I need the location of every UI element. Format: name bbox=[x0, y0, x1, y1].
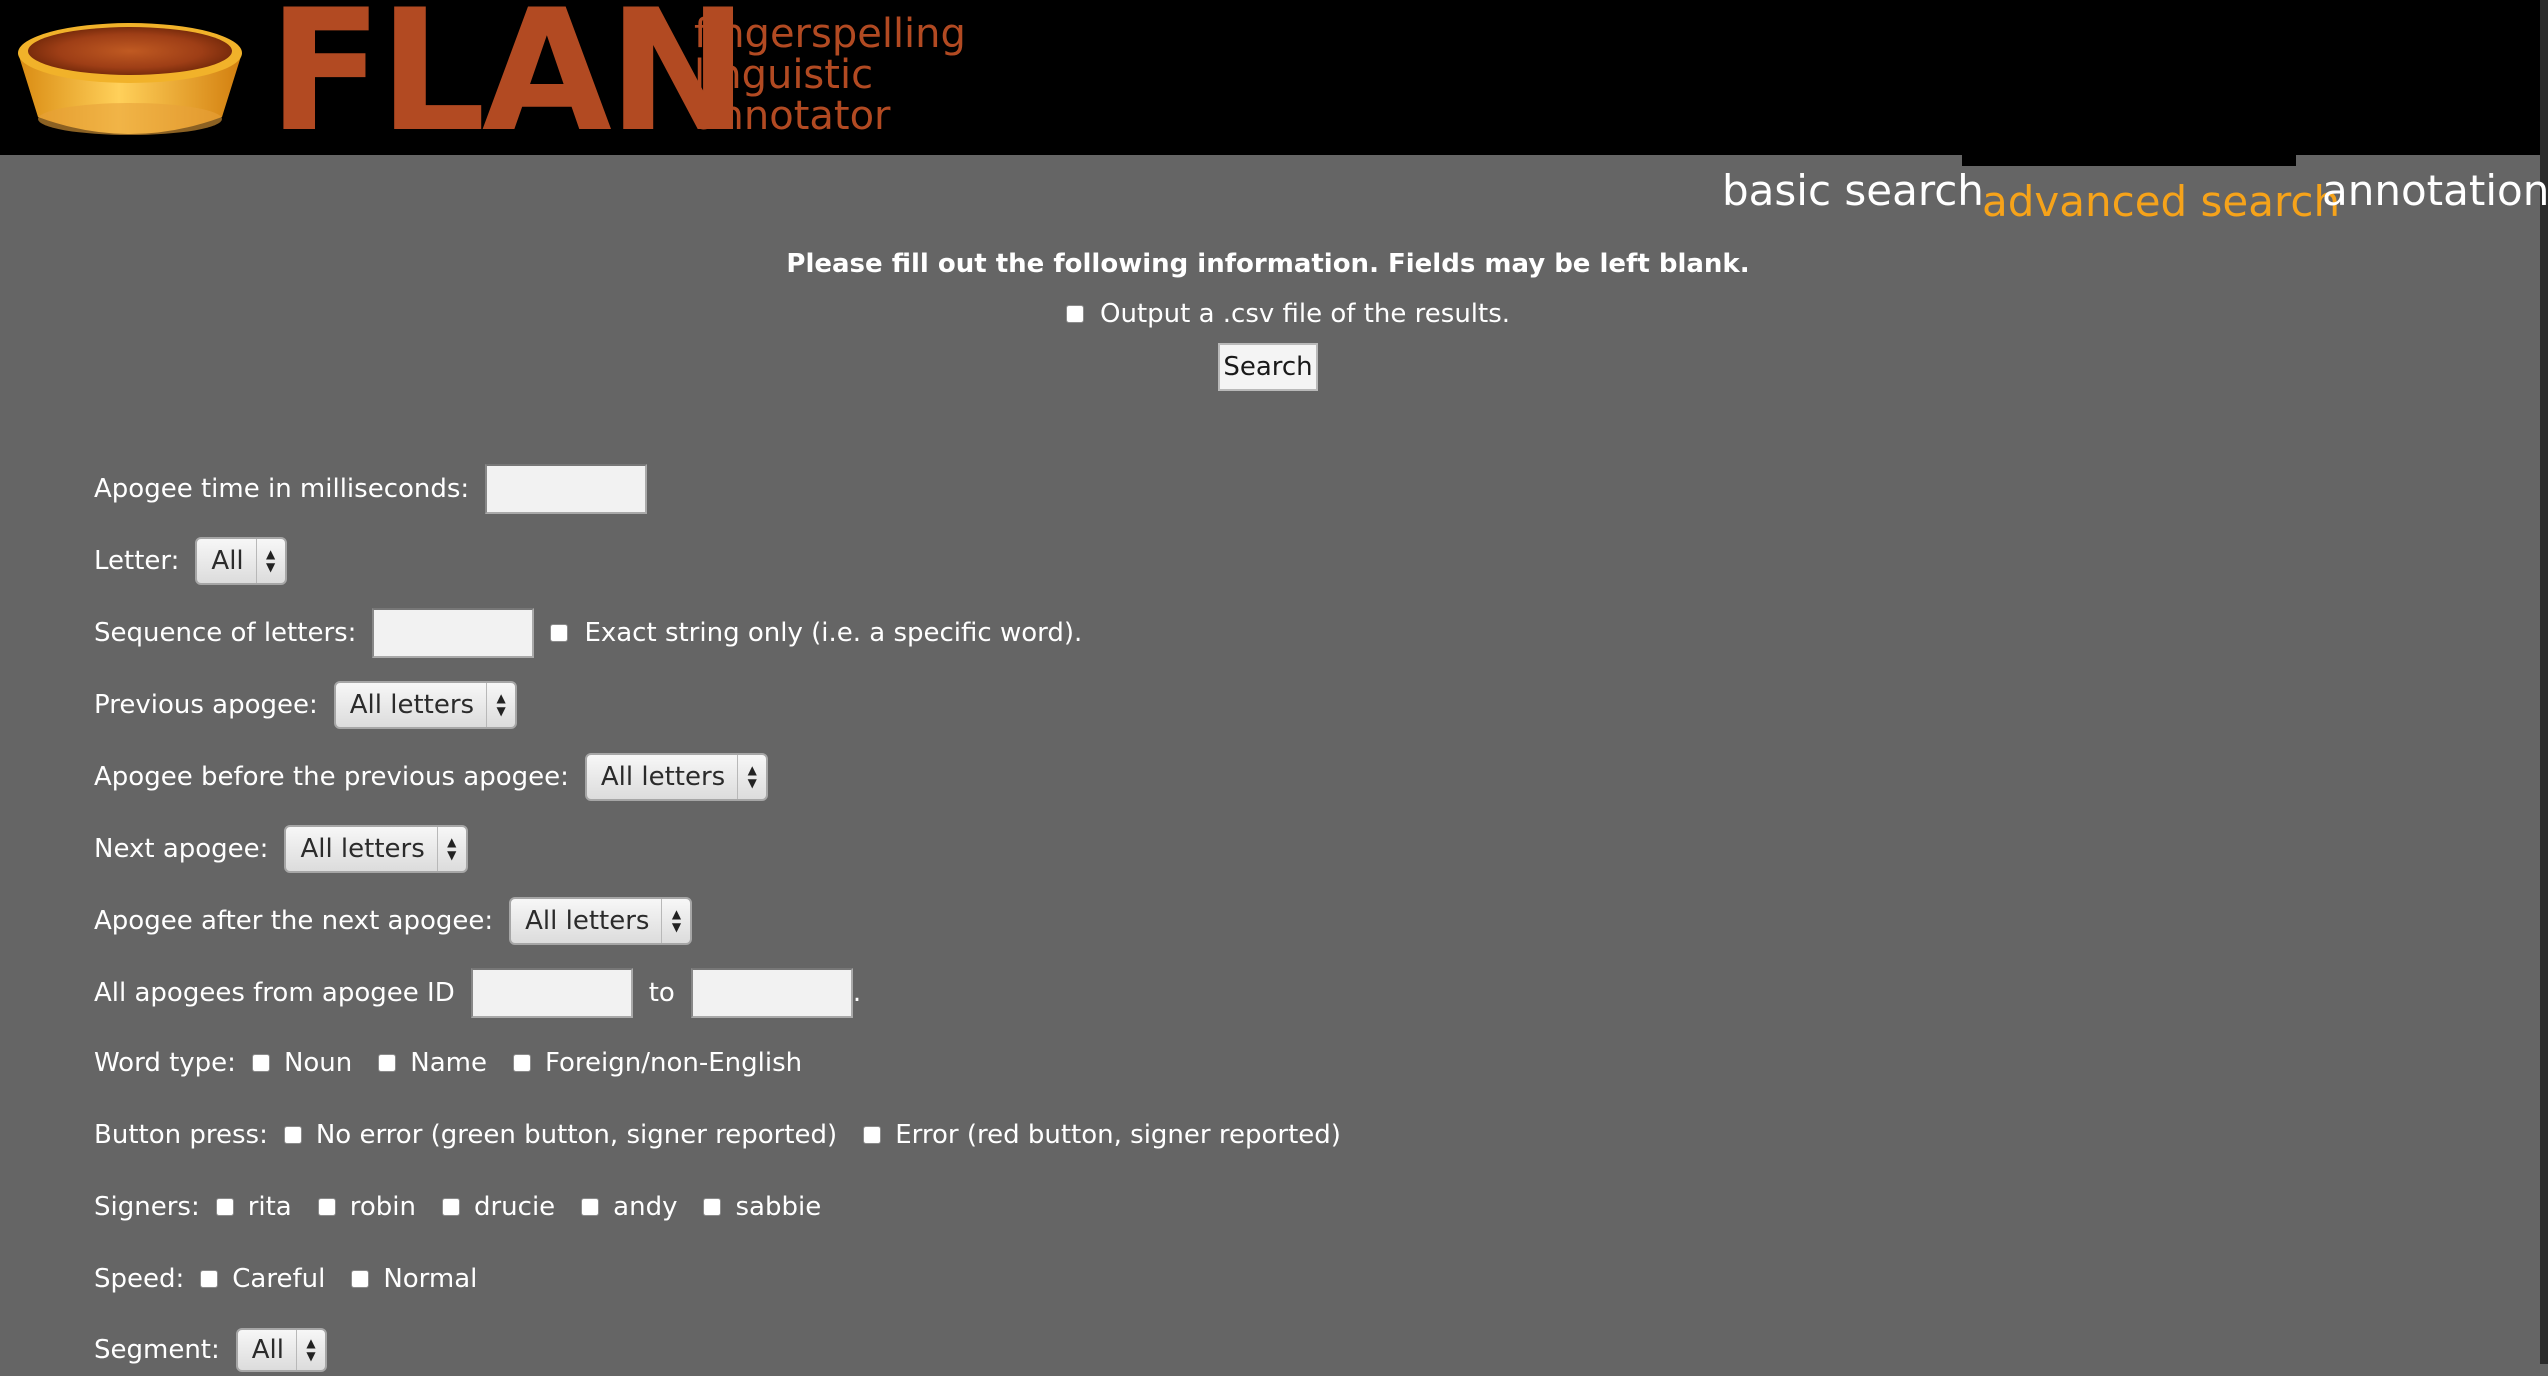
apogee-after-next-row: Apogee after the next apogee: All letter… bbox=[94, 895, 693, 947]
speed-row: Speed: Careful Normal bbox=[94, 1253, 503, 1305]
signer-andy-checkbox[interactable] bbox=[581, 1198, 600, 1216]
letter-label: Letter: bbox=[94, 546, 180, 576]
letter-select-value: All bbox=[211, 546, 244, 576]
apogee-after-next-select[interactable]: All letters ▲ ▼ bbox=[509, 897, 693, 945]
signer-option-label: rita bbox=[247, 1192, 292, 1222]
apogee-before-previous-value: All letters bbox=[600, 762, 726, 792]
header-bar: FLAN fingerspelling linguistic annotator bbox=[0, 0, 2548, 169]
button-press-option-label: Error (red button, signer reported) bbox=[895, 1120, 1341, 1150]
word-type-name-checkbox[interactable] bbox=[378, 1054, 397, 1072]
previous-apogee-value: All letters bbox=[349, 690, 475, 720]
next-apogee-row: Next apogee: All letters ▲ ▼ bbox=[94, 823, 468, 875]
word-type-noun-checkbox[interactable] bbox=[251, 1054, 270, 1072]
signer-option-label: robin bbox=[349, 1192, 416, 1222]
active-tab-indicator bbox=[1962, 155, 2296, 166]
word-type-option-label: Foreign/non-English bbox=[544, 1048, 803, 1078]
select-arrows-icon: ▲ ▼ bbox=[296, 1330, 325, 1370]
signer-option-label: drucie bbox=[473, 1192, 556, 1222]
logo-tagline: fingerspelling linguistic annotator bbox=[694, 14, 966, 137]
button-press-error-checkbox[interactable] bbox=[863, 1126, 882, 1144]
apogee-range-row: All apogees from apogee ID to . bbox=[94, 967, 861, 1019]
tagline-line: annotator bbox=[694, 93, 891, 139]
apogee-before-previous-select[interactable]: All letters ▲ ▼ bbox=[584, 753, 769, 801]
sequence-label: Sequence of letters: bbox=[94, 618, 357, 648]
word-type-option-label: Name bbox=[410, 1048, 487, 1078]
signer-robin-checkbox[interactable] bbox=[317, 1198, 336, 1216]
signer-option-label: sabbie bbox=[735, 1192, 822, 1222]
sequence-input[interactable] bbox=[372, 608, 535, 658]
apogee-before-previous-label: Apogee before the previous apogee: bbox=[94, 762, 569, 792]
tagline-line: linguistic bbox=[694, 52, 874, 98]
apogee-time-input[interactable] bbox=[485, 464, 648, 514]
button-press-label: Button press: bbox=[94, 1120, 268, 1150]
apogee-range-label: All apogees from apogee ID bbox=[94, 978, 455, 1008]
csv-checkbox[interactable] bbox=[1066, 305, 1084, 323]
segment-select[interactable]: All ▲ ▼ bbox=[235, 1328, 327, 1372]
apogee-range-from-input[interactable] bbox=[470, 968, 633, 1018]
signers-row: Signers: rita robin drucie andy sabbie bbox=[94, 1181, 847, 1233]
csv-label: Output a .csv file of the results. bbox=[1100, 299, 1511, 329]
speed-careful-checkbox[interactable] bbox=[200, 1270, 219, 1288]
apogee-time-label: Apogee time in milliseconds: bbox=[94, 474, 470, 504]
word-type-row: Word type: Noun Name Foreign/non-English bbox=[94, 1037, 828, 1089]
sequence-row: Sequence of letters: Exact string only (… bbox=[94, 607, 1082, 659]
signer-rita-checkbox[interactable] bbox=[215, 1198, 234, 1216]
tab-advanced-search[interactable]: advanced search bbox=[1982, 174, 2340, 230]
speed-normal-checkbox[interactable] bbox=[351, 1270, 370, 1288]
exact-string-checkbox[interactable] bbox=[550, 624, 569, 642]
letter-select[interactable]: All ▲ ▼ bbox=[195, 537, 287, 585]
exact-string-label: Exact string only (i.e. a specific word)… bbox=[584, 618, 1083, 648]
select-arrows-icon: ▲ ▼ bbox=[661, 899, 690, 943]
speed-option-label: Careful bbox=[232, 1264, 326, 1294]
apogee-range-to-input[interactable] bbox=[690, 968, 853, 1018]
apogee-time-row: Apogee time in milliseconds: bbox=[94, 463, 648, 515]
next-apogee-label: Next apogee: bbox=[94, 834, 269, 864]
apogee-before-previous-row: Apogee before the previous apogee: All l… bbox=[94, 751, 769, 803]
word-type-label: Word type: bbox=[94, 1048, 236, 1078]
csv-output-option: Output a .csv file of the results. bbox=[1066, 296, 1510, 332]
word-type-option-label: Noun bbox=[283, 1048, 353, 1078]
select-arrows-icon: ▲ ▼ bbox=[486, 683, 515, 727]
select-arrows-icon: ▲ ▼ bbox=[436, 827, 466, 871]
tagline-line: fingerspelling bbox=[694, 11, 966, 57]
form-instructions: Please fill out the following informatio… bbox=[786, 249, 1750, 279]
apogee-range-period: . bbox=[852, 978, 862, 1008]
apogee-after-next-value: All letters bbox=[525, 906, 650, 936]
speed-label: Speed: bbox=[94, 1264, 185, 1294]
apogee-after-next-label: Apogee after the next apogee: bbox=[94, 906, 494, 936]
apogee-range-to-label: to bbox=[648, 978, 675, 1008]
next-apogee-select[interactable]: All letters ▲ ▼ bbox=[284, 825, 468, 873]
signers-label: Signers: bbox=[94, 1192, 200, 1222]
previous-apogee-row: Previous apogee: All letters ▲ ▼ bbox=[94, 679, 518, 731]
select-arrows-icon: ▲ ▼ bbox=[737, 755, 766, 799]
signer-drucie-checkbox[interactable] bbox=[441, 1198, 460, 1216]
segment-row: Segment: All ▲ ▼ bbox=[94, 1324, 327, 1376]
next-apogee-value: All letters bbox=[300, 834, 425, 864]
flan-bowl-logo-icon bbox=[18, 23, 242, 135]
button-press-no-error-checkbox[interactable] bbox=[283, 1126, 302, 1144]
letter-row: Letter: All ▲ ▼ bbox=[94, 535, 287, 587]
search-button[interactable]: Search bbox=[1218, 343, 1318, 391]
previous-apogee-select[interactable]: All letters ▲ ▼ bbox=[333, 681, 518, 729]
tab-basic-search[interactable]: basic search bbox=[1722, 163, 1984, 219]
word-type-foreign-checkbox[interactable] bbox=[512, 1054, 531, 1072]
segment-label: Segment: bbox=[94, 1335, 220, 1365]
select-arrows-icon: ▲ ▼ bbox=[255, 539, 285, 583]
button-press-option-label: No error (green button, signer reported) bbox=[315, 1120, 838, 1150]
segment-select-value: All bbox=[251, 1335, 284, 1365]
signer-option-label: andy bbox=[613, 1192, 678, 1222]
button-press-row: Button press: No error (green button, si… bbox=[94, 1109, 1367, 1161]
signer-sabbie-checkbox[interactable] bbox=[703, 1198, 722, 1216]
speed-option-label: Normal bbox=[383, 1264, 478, 1294]
logo-wordmark: FLAN bbox=[268, 0, 748, 169]
tab-annotation[interactable]: annotation bbox=[2322, 163, 2548, 219]
previous-apogee-label: Previous apogee: bbox=[94, 690, 318, 720]
